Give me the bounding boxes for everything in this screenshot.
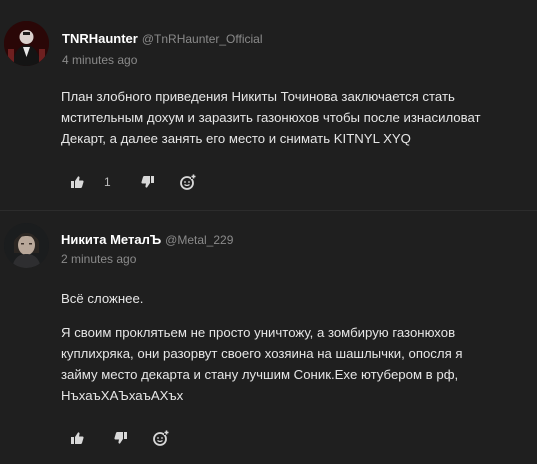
author-name[interactable]: Никита МеталЪ: [61, 232, 161, 247]
comment-body: Я своим проклятьем не просто уничтожу, а…: [61, 322, 531, 406]
avatar-image: [4, 223, 49, 268]
thumbs-down-icon: [114, 432, 127, 444]
author-handle[interactable]: @Metal_229: [165, 233, 233, 247]
comment-actions: [70, 428, 170, 448]
reply-button[interactable]: [152, 429, 170, 447]
thumbs-up-icon: [71, 432, 84, 444]
comment-author[interactable]: Никита МеталЪ @Metal_229: [61, 232, 233, 247]
comment-text-line: куплихряка, они разорвут своего хозяина …: [61, 346, 463, 361]
dislike-button[interactable]: [114, 431, 128, 445]
comment-timestamp: 2 minutes ago: [61, 252, 137, 266]
reply-add-icon: [153, 430, 169, 446]
like-button[interactable]: [70, 431, 84, 445]
comment-text-line: займу место декарта и стану лучшим Соник…: [61, 367, 459, 382]
comment-text-line: НъхаъХАЪхаъАХъх: [61, 388, 184, 403]
comment-body: Всё сложнее.: [61, 288, 531, 309]
avatar[interactable]: [4, 223, 49, 268]
comment-text-line: Я своим проклятьем не просто уничтожу, а…: [61, 325, 456, 340]
comment: Никита МеталЪ @Metal_229 2 minutes ago Вс…: [0, 0, 537, 464]
comment-text-line: Всё сложнее.: [61, 291, 144, 306]
